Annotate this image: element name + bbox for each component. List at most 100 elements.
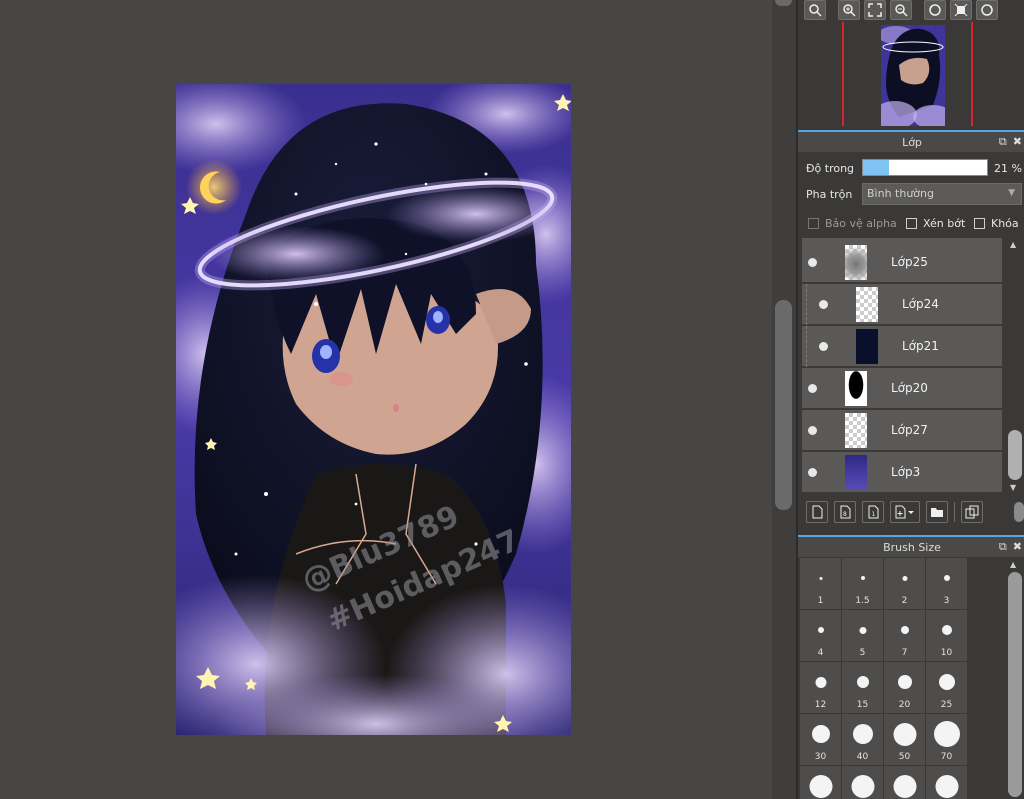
visibility-eye-icon[interactable] xyxy=(819,300,828,309)
layer-name: Lớp24 xyxy=(902,297,939,311)
visibility-eye-icon[interactable] xyxy=(819,342,828,351)
layer-list-scroll-thumb[interactable] xyxy=(1008,430,1022,480)
brush-size-option[interactable]: 7 xyxy=(884,610,925,661)
layer-list-scrollbar[interactable]: ▲ ▼ xyxy=(1004,238,1024,494)
brush-size-option[interactable]: 40 xyxy=(842,714,883,765)
scroll-down-icon[interactable]: ▼ xyxy=(1010,483,1016,492)
brush-preview-dot xyxy=(933,721,960,747)
brush-size-option[interactable] xyxy=(842,766,883,799)
layer-row[interactable]: Lớp20 xyxy=(802,368,1002,409)
rotate-right-icon[interactable] xyxy=(976,0,998,20)
layer-row[interactable]: Lớp21 xyxy=(802,326,1002,367)
scroll-up-icon[interactable]: ▲ xyxy=(1010,560,1016,569)
undock-icon[interactable]: ⧉ xyxy=(999,135,1007,149)
fit-window-icon[interactable] xyxy=(864,0,886,20)
brush-size-option[interactable]: 5 xyxy=(842,610,883,661)
brush-preview-dot xyxy=(817,627,824,633)
brush-size-option[interactable]: 50 xyxy=(884,714,925,765)
scroll-up-icon[interactable]: ▲ xyxy=(1010,240,1016,249)
clipping-option[interactable]: Xén bớt xyxy=(906,217,965,230)
brush-size-option[interactable]: 1 xyxy=(800,558,841,609)
layer-row[interactable]: Lớp3 xyxy=(802,452,1002,493)
layer-name: Lớp3 xyxy=(891,465,921,479)
layer-row[interactable]: Lớp24 xyxy=(802,284,1002,325)
canvas-vertical-scrollbar[interactable] xyxy=(772,0,796,799)
layer-thumbnail xyxy=(856,287,878,322)
blend-mode-value: Bình thường xyxy=(867,187,934,200)
paint-app-window: @Blu3789 #Hoidap247 Lớp ⧉ ✖ Độ trong 21 … xyxy=(0,0,1024,799)
brush-preview-dot xyxy=(852,724,873,744)
canvas-workspace[interactable]: @Blu3789 #Hoidap247 xyxy=(0,0,772,799)
clipping-checkbox[interactable] xyxy=(906,218,917,229)
brush-panel-scroll-thumb[interactable] xyxy=(1008,572,1022,797)
new-folder-icon[interactable] xyxy=(926,501,948,523)
blend-mode-select[interactable]: Bình thường ▼ xyxy=(862,183,1022,205)
fit-center-icon[interactable] xyxy=(950,0,972,20)
brush-size-option[interactable]: 15 xyxy=(842,662,883,713)
new-layer-icon[interactable] xyxy=(806,501,828,523)
brush-size-option[interactable]: 30 xyxy=(800,714,841,765)
layer-thumbnail xyxy=(856,329,878,364)
duplicate-layer-icon[interactable] xyxy=(961,501,983,523)
layer-row[interactable]: Lớp27 xyxy=(802,410,1002,451)
layer-name: Lớp25 xyxy=(891,255,928,269)
brush-size-option[interactable] xyxy=(926,766,967,799)
brush-preview-dot xyxy=(900,626,909,634)
brush-panel-empty-area xyxy=(970,558,1004,799)
layer-properties: Độ trong 21 % Pha trộn Bình thường ▼ Bảo… xyxy=(798,152,1024,238)
new-layer-1bit-icon[interactable]: 1 xyxy=(862,501,884,523)
chevron-down-icon: ▼ xyxy=(1008,188,1015,198)
navigator-preview[interactable] xyxy=(798,22,1024,128)
brush-size-label: 12 xyxy=(814,700,827,710)
brush-size-option[interactable]: 2 xyxy=(884,558,925,609)
brush-preview-dot xyxy=(935,774,958,798)
artwork-illustration xyxy=(176,84,571,735)
scrollbar-thumb[interactable] xyxy=(775,300,792,510)
brush-size-option[interactable]: 12 xyxy=(800,662,841,713)
zoom-out-icon[interactable] xyxy=(890,0,912,20)
lock-option[interactable]: Khóa xyxy=(974,217,1019,230)
brush-panel-scrollbar[interactable]: ▲ xyxy=(1004,558,1024,799)
brush-size-grid[interactable]: 1 1.5 2 3 4 5 7 10 12 15 20 25 30 40 50 70 xyxy=(800,558,970,799)
brush-preview-dot xyxy=(859,626,866,634)
protect-alpha-checkbox[interactable] xyxy=(808,218,819,229)
brush-size-label: 15 xyxy=(856,700,869,710)
brush-size-label: 7 xyxy=(901,648,908,658)
visibility-eye-icon[interactable] xyxy=(808,426,817,435)
brush-size-label: 20 xyxy=(898,700,911,710)
lock-checkbox[interactable] xyxy=(974,218,985,229)
brush-size-option[interactable]: 4 xyxy=(800,610,841,661)
brush-size-option[interactable] xyxy=(800,766,841,799)
brush-size-option[interactable]: 1.5 xyxy=(842,558,883,609)
close-icon[interactable]: ✖ xyxy=(1013,135,1022,149)
brush-size-option[interactable]: 10 xyxy=(926,610,967,661)
rotate-left-icon[interactable] xyxy=(924,0,946,20)
zoom-in-icon[interactable] xyxy=(838,0,860,20)
layer-name: Lớp27 xyxy=(891,423,928,437)
visibility-eye-icon[interactable] xyxy=(808,468,817,477)
brush-size-option[interactable]: 25 xyxy=(926,662,967,713)
artwork-canvas[interactable]: @Blu3789 #Hoidap247 xyxy=(176,84,571,735)
brush-size-option[interactable]: 3 xyxy=(926,558,967,609)
layer-toolbar: 8 1 xyxy=(798,497,1024,527)
add-layer-menu-icon[interactable] xyxy=(890,501,920,523)
opacity-slider[interactable] xyxy=(862,159,988,176)
navigator-frame-left xyxy=(842,22,844,126)
undock-icon[interactable]: ⧉ xyxy=(999,540,1007,554)
toolbar-divider xyxy=(954,502,955,522)
zoom-actual-icon[interactable] xyxy=(804,0,826,20)
brush-size-label: 50 xyxy=(898,752,911,762)
layer-list[interactable]: Lớp25 Lớp24 Lớp21 Lớp20 Lớp27 Lớp3 xyxy=(802,238,1004,494)
new-layer-8bit-icon[interactable]: 8 xyxy=(834,501,856,523)
visibility-eye-icon[interactable] xyxy=(808,258,817,267)
brush-size-label: 70 xyxy=(940,752,953,762)
protect-alpha-option[interactable]: Bảo vệ alpha xyxy=(808,217,897,230)
layer-row[interactable]: Lớp25 xyxy=(802,242,1002,283)
visibility-eye-icon[interactable] xyxy=(808,384,817,393)
layer-toolbar-scrollbar[interactable] xyxy=(1014,502,1024,522)
brush-size-option[interactable]: 20 xyxy=(884,662,925,713)
right-panel: Lớp ⧉ ✖ Độ trong 21 % Pha trộn Bình thườ… xyxy=(796,0,1024,799)
close-icon[interactable]: ✖ xyxy=(1013,540,1022,554)
brush-size-option[interactable] xyxy=(884,766,925,799)
brush-size-option[interactable]: 70 xyxy=(926,714,967,765)
